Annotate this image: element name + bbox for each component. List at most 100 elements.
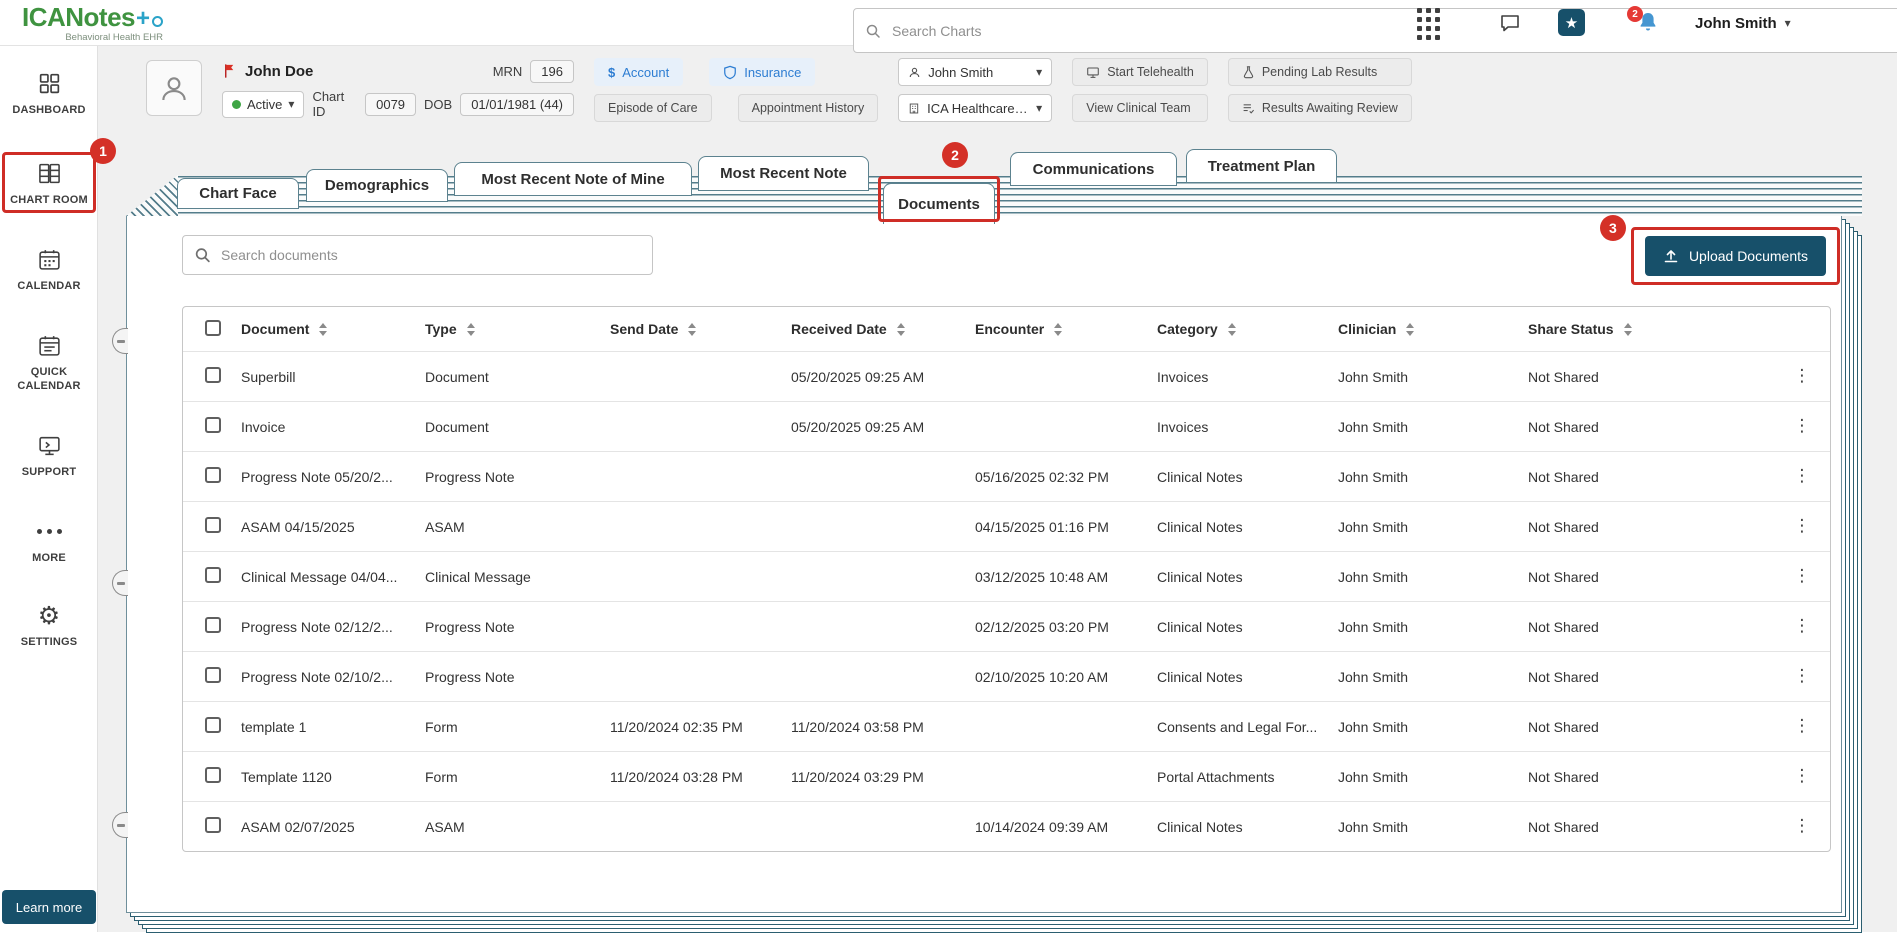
table-row[interactable]: Superbill Document 05/20/2025 09:25 AM Invo… (183, 351, 1830, 401)
table-row[interactable]: Progress Note 02/10/2... Progress Note 02/… (183, 651, 1830, 701)
sidebar-item-quick-calendar[interactable]: QUICK CALENDAR (4, 332, 94, 394)
patient-status-select[interactable]: Active ▾ (222, 90, 305, 118)
sort-icon[interactable] (319, 322, 328, 336)
row-menu-kebab-icon[interactable]: ⋮ (1794, 768, 1811, 785)
sidebar: DASHBOARD 1 CHART ROOM CALENDAR QUICK CA… (0, 46, 116, 932)
column-header-send-date[interactable]: Send Date (610, 321, 791, 337)
sort-icon[interactable] (1054, 322, 1063, 336)
cell-encounter: 05/16/2025 02:32 PM (975, 468, 1109, 485)
pending-lab-results-button[interactable]: Pending Lab Results (1227, 58, 1412, 86)
learn-more-button[interactable]: Learn more (2, 890, 96, 924)
row-checkbox[interactable] (205, 467, 221, 483)
tab-treatment-plan[interactable]: Treatment Plan (1186, 149, 1337, 183)
cell-document: Progress Note 02/10/2... (241, 668, 393, 685)
cell-share-status: Not Shared (1528, 718, 1599, 735)
row-menu-kebab-icon[interactable]: ⋮ (1794, 518, 1811, 535)
tab-most-recent-note-of-mine[interactable]: Most Recent Note of Mine (454, 162, 692, 196)
table-row[interactable]: ASAM 04/15/2025 ASAM 04/15/2025 01:16 PM Cl… (183, 501, 1830, 551)
insurance-button[interactable]: Insurance (709, 58, 816, 86)
appointment-history-button[interactable]: Appointment History (737, 94, 879, 122)
start-telehealth-button[interactable]: Start Telehealth (1072, 58, 1208, 86)
icanotes-logo[interactable]: ICANotes + Behavioral Health EHR (22, 4, 164, 43)
column-header-category[interactable]: Category (1157, 321, 1338, 337)
episode-of-care-button[interactable]: Episode of Care (594, 94, 712, 122)
row-menu-kebab-icon[interactable]: ⋮ (1794, 718, 1811, 735)
sort-icon[interactable] (1227, 322, 1236, 336)
row-checkbox[interactable] (205, 517, 221, 533)
sidebar-item-chart-room[interactable]: 1 CHART ROOM (2, 138, 116, 214)
dialpad-icon[interactable] (1417, 8, 1440, 40)
provider-select[interactable]: John Smith ▾ (898, 58, 1053, 86)
row-menu-kebab-icon[interactable]: ⋮ (1794, 418, 1811, 435)
annotation-step-1: 1 (90, 138, 116, 164)
table-row[interactable]: Template 1120 Form 11/20/2024 03:28 PM 11/2… (183, 751, 1830, 801)
table-row[interactable]: template 1 Form 11/20/2024 02:35 PM 11/20/2… (183, 701, 1830, 751)
row-checkbox[interactable] (205, 567, 221, 583)
table-row[interactable]: Clinical Message 04/04... Clinical Messag… (183, 551, 1830, 601)
more-dots-icon (36, 518, 62, 544)
row-checkbox[interactable] (205, 617, 221, 633)
row-menu-kebab-icon[interactable]: ⋮ (1794, 368, 1811, 385)
stacked-sheet-corner (126, 175, 178, 216)
row-menu-kebab-icon[interactable]: ⋮ (1794, 818, 1811, 835)
row-checkbox[interactable] (205, 367, 221, 383)
table-row[interactable]: Progress Note 05/20/2... Progress Note 05/… (183, 451, 1830, 501)
select-all-checkbox[interactable] (205, 319, 221, 336)
row-checkbox[interactable] (205, 667, 221, 683)
tab-documents[interactable]: 2 Documents (878, 142, 1000, 224)
column-label: Type (425, 321, 457, 337)
notifications-bell-icon[interactable]: 2 (1627, 6, 1660, 34)
table-row[interactable]: Progress Note 02/12/2... Progress Note 02/… (183, 601, 1830, 651)
cell-category: Invoices (1157, 368, 1209, 385)
view-clinical-team-button[interactable]: View Clinical Team (1072, 94, 1208, 122)
side-pull-tab[interactable] (112, 812, 128, 838)
sidebar-item-more[interactable]: MORE (4, 518, 94, 565)
user-menu[interactable]: John Smith ▾ (1695, 0, 1791, 46)
cell-clinician: John Smith (1338, 568, 1409, 585)
sort-icon[interactable] (1623, 322, 1632, 336)
row-menu-kebab-icon[interactable]: ⋮ (1794, 668, 1811, 685)
upload-documents-button[interactable]: Upload Documents (1644, 236, 1826, 276)
side-pull-tab[interactable] (112, 570, 128, 596)
tab-chart-face[interactable]: Chart Face (177, 178, 299, 209)
row-menu-kebab-icon[interactable]: ⋮ (1794, 618, 1811, 635)
sort-icon[interactable] (896, 322, 905, 336)
side-pull-tab[interactable] (112, 328, 128, 354)
sidebar-item-support[interactable]: SUPPORT (4, 432, 94, 479)
sidebar-item-calendar[interactable]: CALENDAR (4, 246, 94, 293)
cell-share-status: Not Shared (1528, 418, 1599, 435)
column-header-clinician[interactable]: Clinician (1338, 321, 1528, 337)
column-header-type[interactable]: Type (425, 321, 610, 337)
row-checkbox[interactable] (205, 767, 221, 783)
cell-received-date: 05/20/2025 09:25 AM (791, 368, 925, 385)
tab-most-recent-note[interactable]: Most Recent Note (698, 156, 869, 191)
chat-icon[interactable] (1498, 11, 1522, 35)
sidebar-item-settings[interactable]: ⚙ SETTINGS (4, 602, 94, 649)
row-checkbox[interactable] (205, 817, 221, 833)
sort-icon[interactable] (1406, 322, 1415, 336)
results-awaiting-review-button[interactable]: Results Awaiting Review (1227, 94, 1412, 122)
flag-icon[interactable] (222, 63, 237, 79)
row-menu-kebab-icon[interactable]: ⋮ (1794, 468, 1811, 485)
table-row[interactable]: ASAM 02/07/2025 ASAM 10/14/2024 09:39 AM Cl… (183, 801, 1830, 851)
column-header-share-status[interactable]: Share Status (1528, 321, 1782, 337)
column-label: Share Status (1528, 321, 1614, 337)
row-checkbox[interactable] (205, 717, 221, 733)
cell-share-status: Not Shared (1528, 668, 1599, 685)
account-button[interactable]: $ Account (594, 58, 684, 86)
tab-demographics[interactable]: Demographics (306, 169, 448, 202)
column-header-document[interactable]: Document (241, 321, 425, 337)
row-checkbox[interactable] (205, 417, 221, 433)
tab-communications[interactable]: Communications (1010, 152, 1177, 186)
office-select[interactable]: ICA Healthcare Offi ▾ (898, 94, 1053, 122)
star-box-icon[interactable]: ★ (1558, 9, 1585, 36)
column-header-encounter[interactable]: Encounter (975, 321, 1157, 337)
sort-icon[interactable] (466, 322, 475, 336)
sidebar-item-dashboard[interactable]: DASHBOARD (4, 70, 94, 117)
sort-icon[interactable] (688, 322, 697, 336)
column-header-received-date[interactable]: Received Date (791, 321, 975, 337)
table-row[interactable]: Invoice Document 05/20/2025 09:25 AM Invoic… (183, 401, 1830, 451)
search-documents-input[interactable] (182, 235, 653, 275)
row-menu-kebab-icon[interactable]: ⋮ (1794, 568, 1811, 585)
cell-category: Clinical Notes (1157, 568, 1243, 585)
